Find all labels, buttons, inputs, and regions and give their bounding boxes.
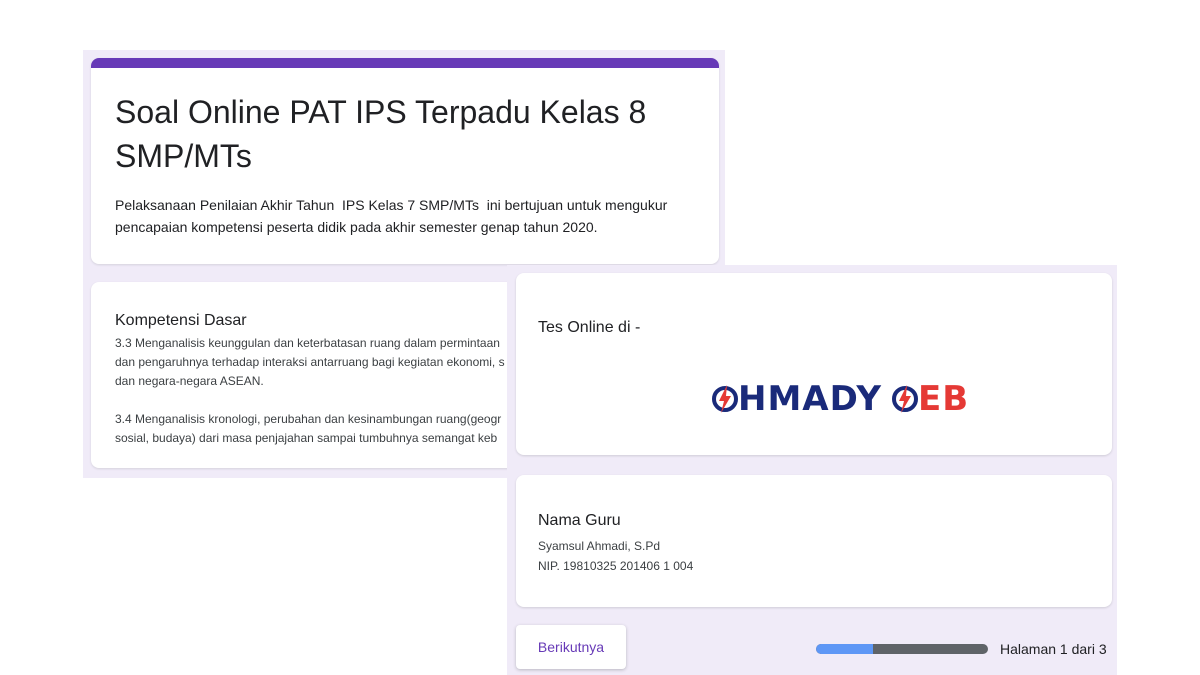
lightning-bolt-icon	[891, 385, 918, 413]
form-title-line-1: Soal Online PAT IPS Terpadu Kelas 8	[115, 94, 647, 130]
kd-3-4-line-2: sosial, budaya) dari masa penjajahan sam…	[115, 431, 498, 445]
form-header-card: Soal Online PAT IPS Terpadu Kelas 8 SMP/…	[91, 58, 719, 264]
tes-online-card: Tes Online di - HMADY EB	[516, 273, 1112, 455]
form-description-line-1: Pelaksanaan Penilaian Akhir Tahun IPS Ke…	[115, 197, 668, 213]
form-description-line-2: pencapaian kompetensi peserta didik pada…	[115, 219, 598, 235]
nama-guru-title: Nama Guru	[538, 512, 621, 529]
logo-text-part-2: EB	[917, 379, 970, 419]
form-accent-bar	[91, 58, 719, 68]
kd-3-3-line-1: 3.3 Menganalisis keunggulan dan keterbat…	[115, 336, 500, 350]
page-indicator: Halaman 1 dari 3	[1000, 641, 1107, 657]
nama-guru-card: Nama Guru Syamsul Ahmadi, S.Pd NIP. 1981…	[516, 475, 1112, 607]
kompetensi-title: Kompetensi Dasar	[115, 312, 247, 329]
next-button[interactable]: Berikutnya	[516, 625, 626, 669]
kd-3-4: 3.4 Menganalisis kronologi, perubahan da…	[115, 410, 575, 448]
lightning-bolt-icon	[712, 385, 738, 413]
progress-bar-fill	[816, 644, 874, 654]
teacher-nip: NIP. 19810325 201406 1 004	[538, 559, 694, 573]
kd-3-3: 3.3 Menganalisis keunggulan dan keterbat…	[115, 334, 575, 391]
teacher-name: Syamsul Ahmadi, S.Pd	[538, 539, 661, 553]
kd-3-3-line-3: dan negara-negara ASEAN.	[115, 374, 264, 388]
logo-text-part-1: HMADY	[738, 379, 882, 419]
form-background-front: Tes Online di - HMADY EB Nama Guru Syams…	[507, 265, 1117, 675]
site-logo: HMADY EB	[712, 377, 969, 421]
form-title: Soal Online PAT IPS Terpadu Kelas 8 SMP/…	[115, 90, 695, 178]
kompetensi-body: 3.3 Menganalisis keunggulan dan keterbat…	[115, 334, 575, 448]
kd-3-4-line-1: 3.4 Menganalisis kronologi, perubahan da…	[115, 412, 502, 426]
tes-online-label: Tes Online di -	[538, 319, 641, 336]
form-description: Pelaksanaan Penilaian Akhir Tahun IPS Ke…	[115, 194, 695, 238]
form-title-line-2: SMP/MTs	[115, 138, 252, 174]
screenshot-stage: Soal Online PAT IPS Terpadu Kelas 8 SMP/…	[0, 0, 1200, 675]
kd-3-3-line-2: dan pengaruhnya terhadap interaksi antar…	[115, 355, 505, 369]
progress-bar	[816, 644, 988, 654]
